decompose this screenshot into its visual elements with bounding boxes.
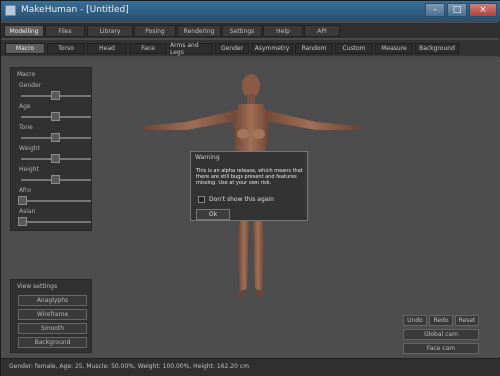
subtab-custom[interactable]: Custom [335, 43, 373, 54]
window-title: MakeHuman - [Untitled] [21, 5, 129, 15]
dont-show-checkbox[interactable] [198, 196, 205, 203]
status-bar: Gender: female, Age: 25, Muscle: 50.00%,… [1, 358, 500, 376]
dialog-title: Warning [195, 154, 220, 161]
subtab-face[interactable]: Face [129, 43, 167, 54]
dont-show-label: Don't show this again [209, 196, 274, 203]
slider-afro-label: Afro [19, 187, 32, 194]
subtab-asymmetry[interactable]: Asymmetry [251, 43, 293, 54]
ok-button[interactable]: Ok [196, 209, 230, 220]
title-bar: MakeHuman - [Untitled] - □ × [1, 1, 500, 21]
tab-api[interactable]: API [304, 25, 340, 37]
tab-modelling[interactable]: Modelling [4, 25, 44, 37]
tab-rendering[interactable]: Rendering [177, 25, 221, 37]
subtab-arms-and-legs[interactable]: Arms and Legs [169, 42, 213, 56]
subtab-random[interactable]: Random [295, 43, 333, 54]
slider-height-thumb[interactable] [51, 175, 60, 184]
subtab-background[interactable]: Background [415, 43, 459, 54]
slider-height-label: Height [19, 166, 39, 173]
tab-settings[interactable]: Settings [222, 25, 262, 37]
sub-tab-bar: Macro Torso Head Face Arms and Legs Gend… [1, 40, 500, 56]
slider-asian-track[interactable] [21, 221, 91, 223]
subtab-measure[interactable]: Measure [375, 43, 413, 54]
window-controls: - □ × [425, 3, 497, 17]
slider-gender-thumb[interactable] [51, 91, 60, 100]
status-text: Gender: female, Age: 25, Muscle: 50.00%,… [9, 363, 249, 370]
slider-weight-thumb[interactable] [51, 154, 60, 163]
slider-weight-label: Weight [19, 145, 40, 152]
subtab-gender[interactable]: Gender [215, 43, 249, 54]
macro-panel-title: Macro [17, 71, 36, 78]
undo-button[interactable]: Undo [403, 315, 427, 326]
view-panel-title: View settings [17, 283, 58, 290]
slider-afro-track[interactable] [21, 200, 91, 202]
subtab-macro[interactable]: Macro [5, 43, 45, 54]
tab-files[interactable]: Files [45, 25, 85, 37]
background-button[interactable]: Background [18, 337, 87, 348]
anaglyphs-button[interactable]: Anaglyphs [18, 295, 87, 306]
slider-asian-thumb[interactable] [18, 217, 27, 226]
app-icon [5, 5, 16, 16]
slider-age-label: Age [19, 103, 31, 110]
dialog-message: This is an alpha release, which means th… [196, 168, 303, 186]
smooth-button[interactable]: Smooth [18, 323, 87, 334]
slider-afro-thumb[interactable] [18, 196, 27, 205]
macro-panel: Macro Gender Age Tone Weight Height Afro… [10, 67, 92, 231]
tab-library[interactable]: Library [87, 25, 133, 37]
slider-tone-label: Tone [19, 124, 33, 131]
global-cam-button[interactable]: Global cam [403, 329, 479, 340]
face-cam-button[interactable]: Face cam [403, 343, 479, 354]
subtab-torso[interactable]: Torso [47, 43, 85, 54]
redo-button[interactable]: Redo [429, 315, 453, 326]
maximize-button[interactable]: □ [447, 3, 467, 17]
reset-button[interactable]: Reset [455, 315, 479, 326]
wireframe-button[interactable]: Wireframe [18, 309, 87, 320]
slider-age-thumb[interactable] [51, 112, 60, 121]
minimize-button[interactable]: - [425, 3, 445, 17]
tab-help[interactable]: Help [263, 25, 303, 37]
subtab-head[interactable]: Head [87, 43, 127, 54]
slider-gender-label: Gender [19, 82, 42, 89]
tab-posing[interactable]: Posing [134, 25, 176, 37]
slider-asian-label: Asian [19, 208, 36, 215]
view-settings-panel: View settings Anaglyphs Wireframe Smooth… [10, 279, 92, 353]
warning-dialog: Warning This is an alpha release, which … [190, 151, 308, 221]
slider-tone-thumb[interactable] [51, 133, 60, 142]
close-button[interactable]: × [469, 3, 497, 17]
main-tab-bar: Modelling Files Library Posing Rendering… [1, 23, 500, 38]
app-window: MakeHuman - [Untitled] - □ × Modelling F… [0, 0, 500, 376]
